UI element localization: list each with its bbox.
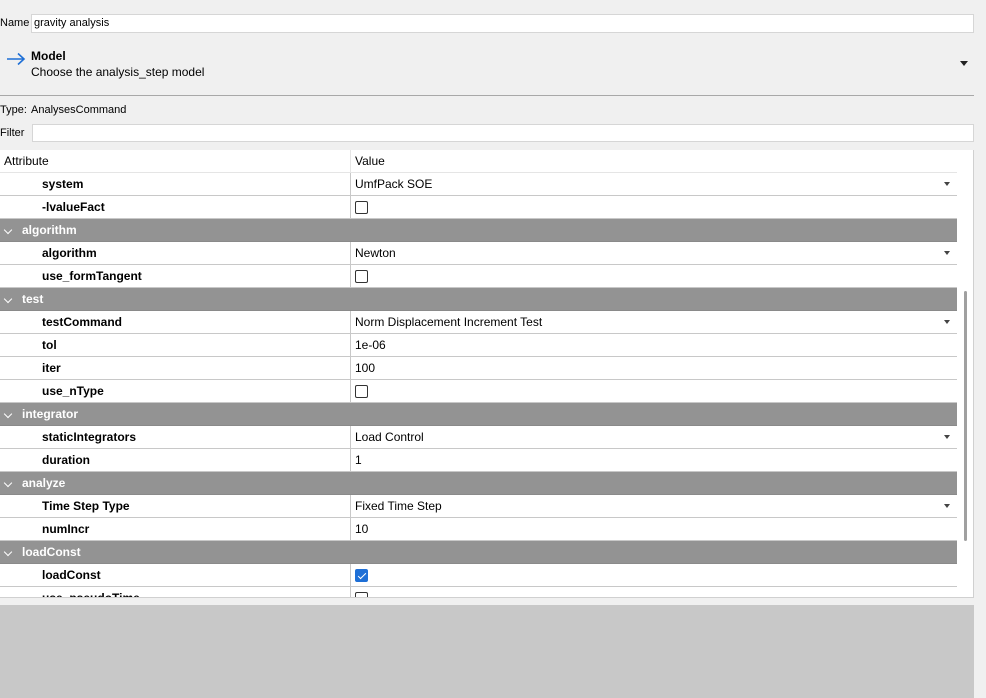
filter-input[interactable] xyxy=(32,124,974,142)
table-row[interactable]: use_pseudoTime xyxy=(0,587,957,598)
table-row[interactable]: algorithm Newton xyxy=(0,242,957,265)
chevron-down-icon[interactable] xyxy=(3,547,13,557)
group-label: loadConst xyxy=(22,545,81,559)
value-field[interactable]: 100 xyxy=(350,357,957,379)
table-row[interactable]: iter 100 xyxy=(0,357,957,380)
value-text: Fixed Time Step xyxy=(355,499,442,513)
table-row[interactable]: numIncr 10 xyxy=(0,518,957,541)
table-row[interactable]: staticIntegrators Load Control xyxy=(0,426,957,449)
attribute-name: use_pseudoTime xyxy=(42,591,140,598)
value-text: 1e-06 xyxy=(355,338,386,352)
table-header: Attribute Value xyxy=(0,150,957,173)
value-field[interactable]: 10 xyxy=(350,518,957,540)
table-row[interactable]: loadConst xyxy=(0,564,957,587)
table-row[interactable]: use_nType xyxy=(0,380,957,403)
model-section[interactable]: Model Choose the analysis_step model xyxy=(0,42,974,86)
attribute-name: numIncr xyxy=(42,522,90,536)
checkbox[interactable] xyxy=(355,385,368,398)
chevron-down-icon[interactable] xyxy=(944,320,950,324)
attribute-name: -lvalueFact xyxy=(42,200,105,214)
attribute-name: staticIntegrators xyxy=(42,430,137,444)
chevron-down-icon[interactable] xyxy=(944,182,950,186)
group-row[interactable]: test xyxy=(0,288,957,311)
model-divider xyxy=(0,95,974,96)
value-text: Load Control xyxy=(355,430,424,444)
chevron-down-icon[interactable] xyxy=(944,435,950,439)
group-row[interactable]: algorithm xyxy=(0,219,957,242)
group-row[interactable]: loadConst xyxy=(0,541,957,564)
attribute-name: testCommand xyxy=(42,315,123,329)
attribute-name: use_nType xyxy=(42,384,104,398)
attribute-name: loadConst xyxy=(42,568,101,582)
bottom-panel xyxy=(0,605,974,698)
chevron-down-icon[interactable] xyxy=(3,294,13,304)
value-field[interactable]: 1 xyxy=(350,449,957,471)
value-text: Norm Displacement Increment Test xyxy=(355,315,543,329)
header-value[interactable]: Value xyxy=(355,150,385,173)
model-subtitle: Choose the analysis_step model xyxy=(31,65,205,79)
attribute-name: use_formTangent xyxy=(42,269,142,283)
model-title: Model xyxy=(31,49,66,63)
arrow-right-icon xyxy=(7,52,26,66)
header-attribute[interactable]: Attribute xyxy=(4,150,49,173)
value-checkbox-cell[interactable] xyxy=(350,196,957,218)
table-row[interactable]: system UmfPack SOE xyxy=(0,173,957,196)
value-dropdown[interactable]: Norm Displacement Increment Test xyxy=(350,311,957,333)
attribute-name: system xyxy=(42,177,84,191)
value-checkbox-cell[interactable] xyxy=(350,564,957,586)
table-row[interactable]: testCommand Norm Displacement Increment T… xyxy=(0,311,957,334)
value-dropdown[interactable]: Newton xyxy=(350,242,957,264)
name-label: Name xyxy=(0,17,30,29)
vertical-scrollbar[interactable] xyxy=(957,150,973,597)
checkbox[interactable] xyxy=(355,201,368,214)
filter-label: Filter xyxy=(0,127,25,139)
group-row[interactable]: integrator xyxy=(0,403,957,426)
chevron-down-icon[interactable] xyxy=(3,409,13,419)
value-text: UmfPack SOE xyxy=(355,177,433,191)
checkbox[interactable] xyxy=(355,592,368,597)
chevron-down-icon[interactable] xyxy=(3,478,13,488)
value-field[interactable]: 1e-06 xyxy=(350,334,957,356)
chevron-down-icon[interactable] xyxy=(944,251,950,255)
type-label: Type: xyxy=(0,104,27,116)
group-label: test xyxy=(22,292,44,306)
table-row[interactable]: tol 1e-06 xyxy=(0,334,957,357)
header-separator xyxy=(350,150,351,173)
value-checkbox-cell[interactable] xyxy=(350,380,957,402)
attribute-name: iter xyxy=(42,361,61,375)
group-label: algorithm xyxy=(22,223,77,237)
name-input[interactable]: gravity analysis xyxy=(31,14,974,33)
model-dropdown-arrow-icon[interactable] xyxy=(960,61,968,66)
table-row[interactable]: Time Step Type Fixed Time Step xyxy=(0,495,957,518)
table-body: system UmfPack SOE -lvalueFact algorithm alg… xyxy=(0,173,957,598)
value-text: 10 xyxy=(355,522,369,536)
chevron-down-icon[interactable] xyxy=(944,504,950,508)
group-label: integrator xyxy=(22,407,79,421)
value-text: 100 xyxy=(355,361,376,375)
checkbox[interactable] xyxy=(355,270,368,283)
value-dropdown[interactable]: Fixed Time Step xyxy=(350,495,957,517)
group-label: analyze xyxy=(22,476,66,490)
table-row[interactable]: use_formTangent xyxy=(0,265,957,288)
attribute-name: tol xyxy=(42,338,57,352)
table-row[interactable]: -lvalueFact xyxy=(0,196,957,219)
chevron-down-icon[interactable] xyxy=(3,225,13,235)
value-text: 1 xyxy=(355,453,362,467)
table-row[interactable]: duration 1 xyxy=(0,449,957,472)
attribute-name: Time Step Type xyxy=(42,499,130,513)
type-value: AnalysesCommand xyxy=(31,104,127,116)
attribute-name: duration xyxy=(42,453,90,467)
group-row[interactable]: analyze xyxy=(0,472,957,495)
value-text: Newton xyxy=(355,246,396,260)
value-checkbox-cell[interactable] xyxy=(350,265,957,287)
attribute-name: algorithm xyxy=(42,246,97,260)
scrollbar-thumb[interactable] xyxy=(964,291,967,541)
value-dropdown[interactable]: Load Control xyxy=(350,426,957,448)
attribute-table: Attribute Value system UmfPack SOE -lvalue… xyxy=(0,150,974,598)
value-checkbox-cell[interactable] xyxy=(350,587,957,597)
value-dropdown[interactable]: UmfPack SOE xyxy=(350,173,957,195)
checkbox-checked[interactable] xyxy=(355,569,368,582)
